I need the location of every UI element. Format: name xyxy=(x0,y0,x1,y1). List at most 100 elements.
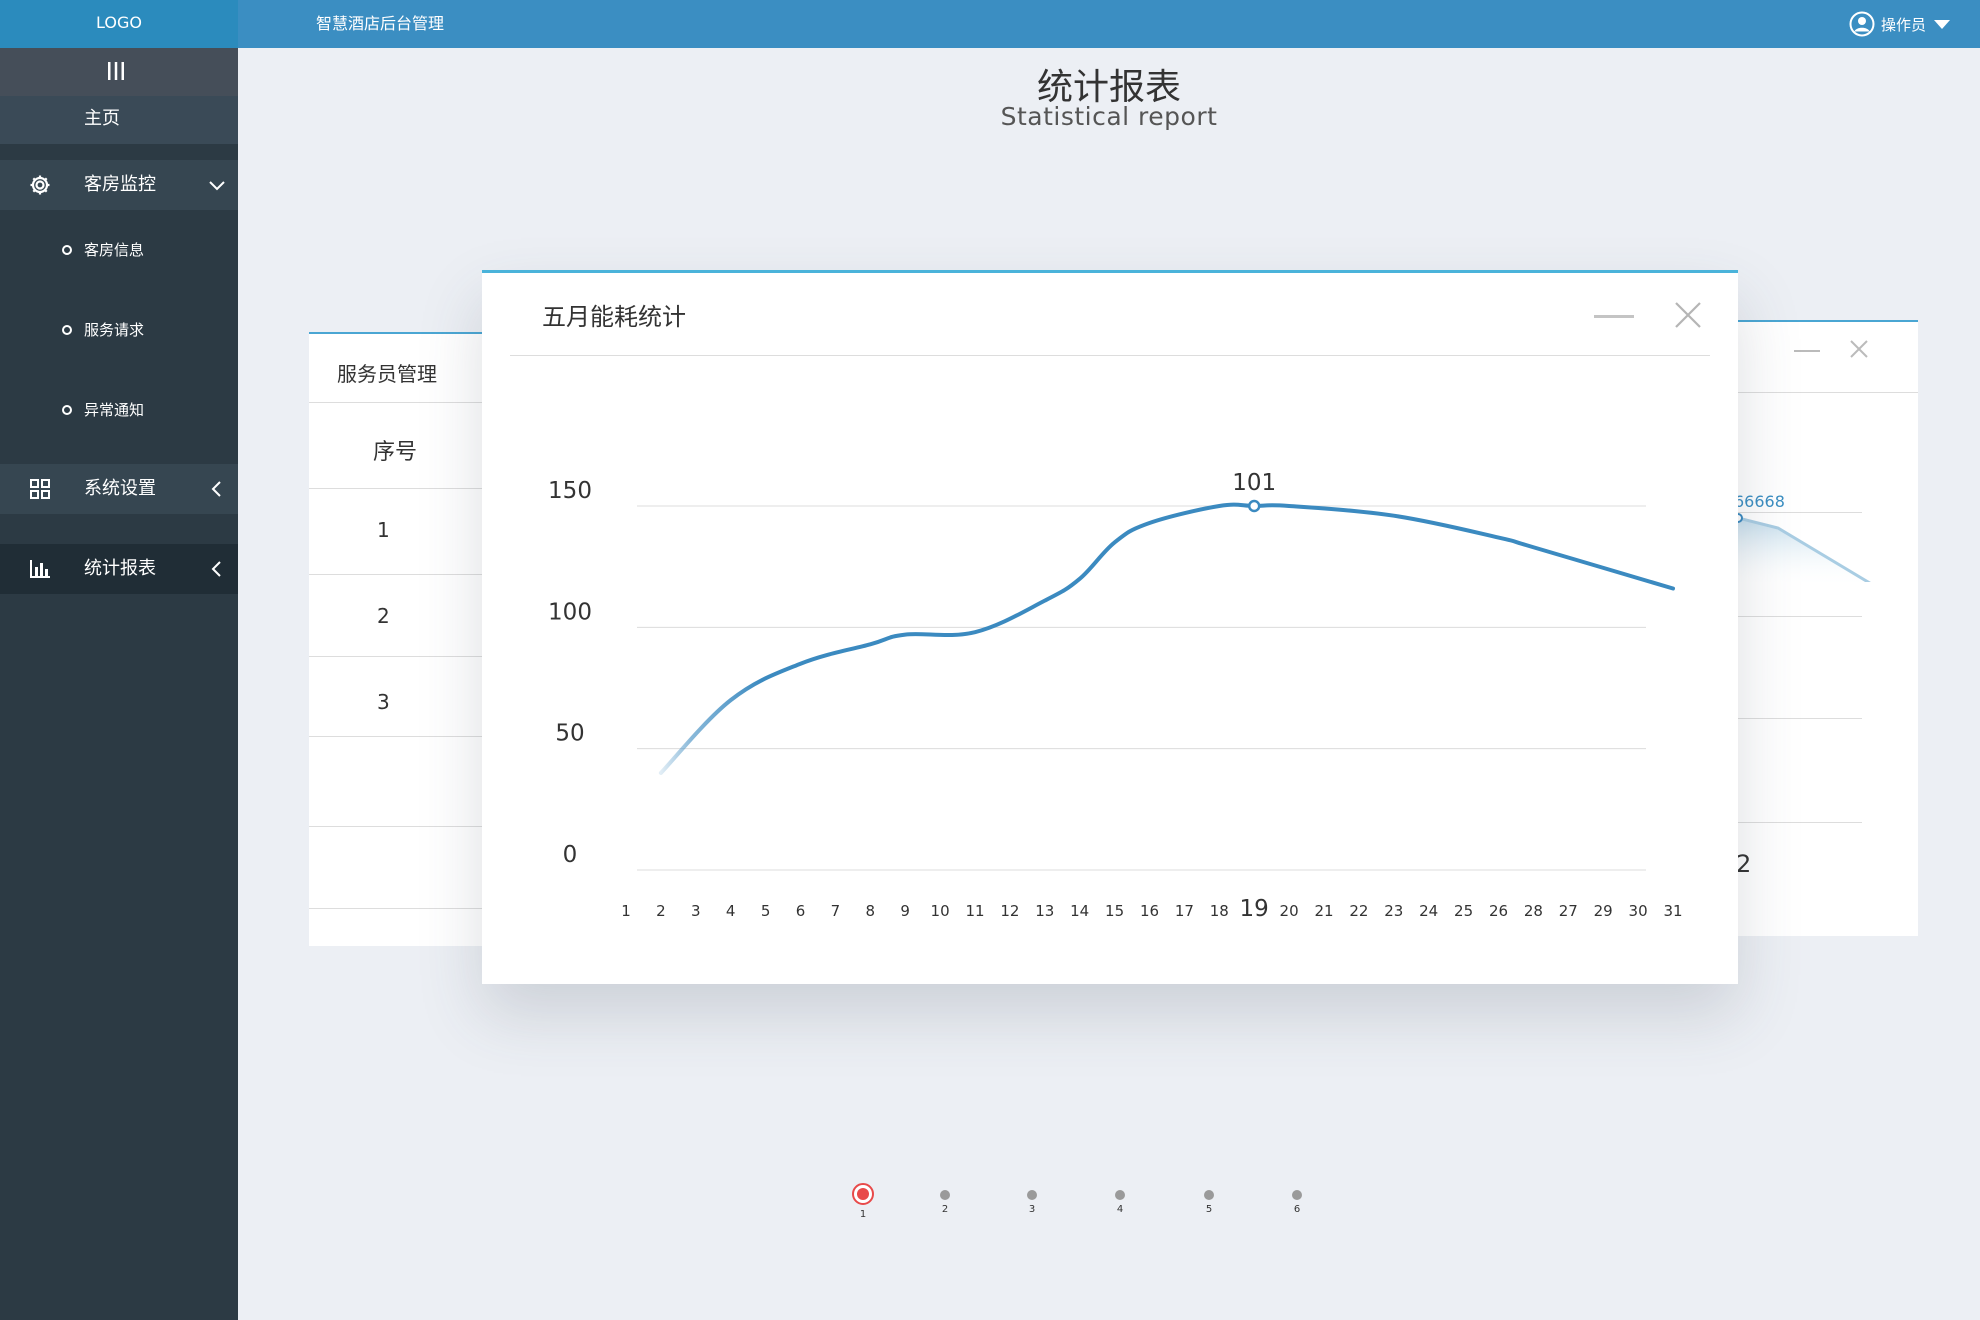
x-tick-label: 16 xyxy=(1140,902,1159,920)
grid-line xyxy=(1738,718,1862,719)
divider xyxy=(510,355,1710,356)
staff-management-card[interactable]: 服务员管理 序号 1 2 3 xyxy=(309,332,489,946)
y-tick-label: 50 xyxy=(555,721,584,747)
x-tick-label: 5 xyxy=(761,902,771,920)
x-tick-label: 1 xyxy=(621,902,631,920)
caret-down-icon xyxy=(1934,20,1950,29)
sidebar-item-home[interactable]: 主页 xyxy=(0,96,238,144)
sidebar-item-room-monitor[interactable]: 客房监控 xyxy=(0,160,238,210)
divider xyxy=(309,656,489,657)
x-tick-label: 30 xyxy=(1629,902,1648,920)
data-label: 101 xyxy=(1232,470,1276,496)
energy-chart-dialog: 五月能耗统计 0 50 100 150 1 2 3 4 5 6 7 8 9 10 11 12 13 14 15 16… xyxy=(482,270,1738,984)
sidebar-toggle[interactable] xyxy=(0,48,238,96)
divider xyxy=(309,488,489,489)
pager-dot-icon xyxy=(1027,1190,1037,1200)
divider xyxy=(309,402,489,403)
chevron-down-icon xyxy=(209,181,225,191)
x-tick-label: 11 xyxy=(965,902,984,920)
sidebar-item-label: 系统设置 xyxy=(84,478,156,499)
x-tick-label: 22 xyxy=(1349,902,1368,920)
card-title: 服务员管理 xyxy=(337,362,437,386)
x-tick-label: 28 xyxy=(1524,902,1543,920)
close-icon[interactable] xyxy=(1848,338,1870,360)
sidebar-subitem-service-request[interactable]: 服务请求 xyxy=(0,310,238,350)
x-tick-label: 13 xyxy=(1035,902,1054,920)
x-tick-label: 19 xyxy=(1240,896,1269,922)
pager-dot-6[interactable]: 6 xyxy=(1277,1190,1317,1215)
page-subtitle: Statistical report xyxy=(1000,102,1218,131)
user-menu[interactable]: 操作员 xyxy=(1849,0,1952,48)
pager-dot-5[interactable]: 5 xyxy=(1189,1190,1229,1215)
x-tick-label: 29 xyxy=(1594,902,1613,920)
grid-line xyxy=(1738,616,1862,617)
background-series-line xyxy=(1738,513,1871,582)
pager-label: 6 xyxy=(1293,1204,1301,1215)
table-row: 3 xyxy=(377,690,390,714)
x-tick-label: 20 xyxy=(1280,902,1299,920)
x-tick-label: 12 xyxy=(1000,902,1019,920)
pager-dot-icon xyxy=(1115,1190,1125,1200)
divider xyxy=(309,826,489,827)
user-avatar-icon xyxy=(1849,11,1875,37)
divider xyxy=(309,908,489,909)
x-tick-label: 31 xyxy=(1663,902,1682,920)
divider xyxy=(309,736,489,737)
data-label: 2 xyxy=(1738,850,1751,878)
y-tick-label: 0 xyxy=(563,842,578,868)
user-name: 操作员 xyxy=(1880,15,1926,34)
background-chart-card[interactable]: 66668 2 xyxy=(1738,320,1918,936)
logo: LOGO xyxy=(0,0,238,48)
pager-dot-4[interactable]: 4 xyxy=(1100,1190,1140,1215)
chevron-left-icon xyxy=(211,481,221,497)
minimize-button[interactable] xyxy=(1794,350,1820,352)
x-tick-label: 15 xyxy=(1105,902,1124,920)
x-tick-label: 2 xyxy=(656,902,666,920)
system-title: 智慧酒店后台管理 xyxy=(316,14,445,33)
dialog-title: 五月能耗统计 xyxy=(542,303,686,331)
x-tick-label: 10 xyxy=(931,902,950,920)
pager-label: 4 xyxy=(1116,1204,1124,1215)
data-point-marker[interactable] xyxy=(1247,499,1261,513)
sidebar-item-label: 客房监控 xyxy=(84,174,156,195)
pager-dot-1[interactable]: 1 xyxy=(843,1183,883,1220)
pager-label: 2 xyxy=(941,1204,949,1215)
bullet-icon xyxy=(62,325,72,335)
pager-dot-icon xyxy=(940,1190,950,1200)
table-row: 2 xyxy=(377,604,390,628)
chevron-left-icon xyxy=(211,561,221,577)
x-tick-label: 7 xyxy=(831,902,841,920)
pager-label: 5 xyxy=(1205,1204,1213,1215)
pager-dot-icon xyxy=(1204,1190,1214,1200)
bullet-icon xyxy=(62,405,72,415)
sidebar-subitem-exception-notice[interactable]: 异常通知 xyxy=(0,390,238,430)
sidebar: 主页 客房监控 客房信息 服务请求 异常通知 系统设置 统计报表 xyxy=(0,48,238,1320)
divider xyxy=(309,574,489,575)
pager-dot-3[interactable]: 3 xyxy=(1012,1190,1052,1215)
pager-label: 1 xyxy=(859,1209,867,1220)
pager-dot-icon xyxy=(1292,1190,1302,1200)
energy-line-chart: 050100150 1 2 3 4 5 6 7 8 9 10 11 12 13 14 15 16 17 18 19 2… xyxy=(548,470,1683,922)
close-icon[interactable] xyxy=(1672,299,1704,331)
minimize-button[interactable] xyxy=(1594,315,1634,318)
x-tick-label: 23 xyxy=(1384,902,1403,920)
sidebar-subitem-room-info[interactable]: 客房信息 xyxy=(0,230,238,270)
x-tick-label: 21 xyxy=(1314,902,1333,920)
y-tick-label: 150 xyxy=(548,478,592,504)
grid-line xyxy=(1738,822,1862,823)
pager-dot-icon xyxy=(852,1183,874,1205)
sidebar-item-system-settings[interactable]: 系统设置 xyxy=(0,464,238,514)
x-tick-label: 27 xyxy=(1559,902,1578,920)
table-row: 1 xyxy=(377,518,390,542)
x-tick-label: 25 xyxy=(1454,902,1473,920)
pager-dot-2[interactable]: 2 xyxy=(925,1190,965,1215)
x-tick-label: 18 xyxy=(1210,902,1229,920)
x-tick-label: 17 xyxy=(1175,902,1194,920)
y-tick-label: 100 xyxy=(548,599,592,625)
x-tick-label: 24 xyxy=(1419,902,1438,920)
x-tick-label: 4 xyxy=(726,902,736,920)
menu-bars-icon xyxy=(108,62,124,80)
x-tick-label: 8 xyxy=(866,902,876,920)
sidebar-item-statistics[interactable]: 统计报表 xyxy=(0,544,238,594)
bullet-icon xyxy=(62,245,72,255)
